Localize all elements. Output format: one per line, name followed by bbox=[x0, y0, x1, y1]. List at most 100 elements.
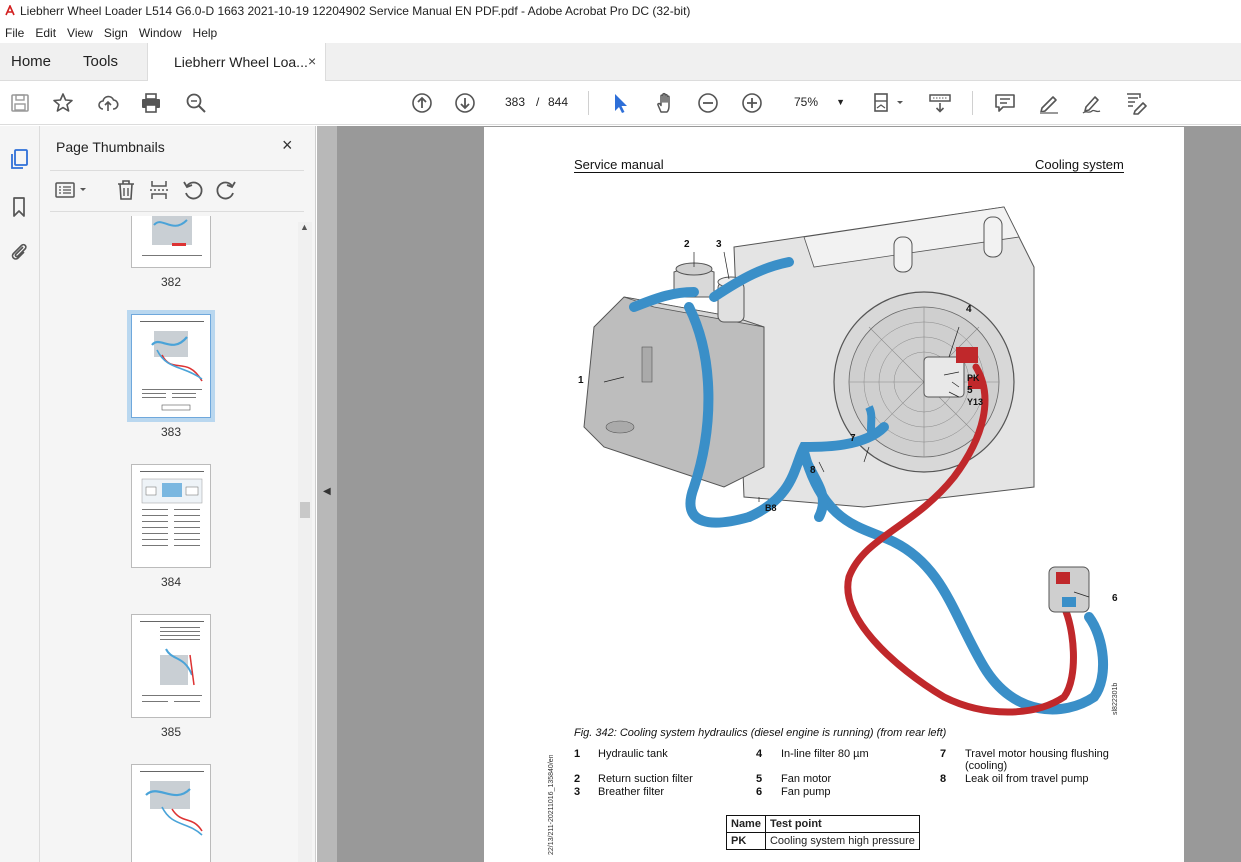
table-header: Test point bbox=[764, 815, 920, 833]
panel-divider bbox=[50, 211, 304, 212]
legend-text: Hydraulic tank bbox=[598, 748, 668, 760]
save-icon[interactable] bbox=[8, 91, 32, 115]
options-menu-icon[interactable] bbox=[54, 178, 90, 202]
page-up-icon[interactable] bbox=[410, 91, 434, 115]
thumbnail-page-number: 385 bbox=[160, 725, 182, 739]
legend-number: 5 bbox=[756, 773, 763, 785]
thumbnail-page-selected[interactable] bbox=[127, 310, 215, 422]
left-navigation-rail bbox=[0, 126, 40, 862]
thumbnail-scrollbar[interactable]: ▲ bbox=[298, 222, 312, 862]
bookmark-star-icon[interactable] bbox=[51, 91, 75, 115]
page-number-input[interactable]: 383 bbox=[497, 90, 533, 114]
zoom-level-dropdown[interactable]: 75% ▼ bbox=[785, 90, 855, 114]
menu-view[interactable]: View bbox=[64, 26, 99, 40]
page-thumbnails-panel: Page Thumbnails × 382 383 384 385 ▲ bbox=[40, 126, 316, 862]
delete-page-icon[interactable] bbox=[114, 178, 138, 202]
page-fit-icon[interactable] bbox=[872, 91, 908, 115]
zoom-level-value: 75% bbox=[794, 95, 819, 109]
thumbnail-list: 382 383 384 385 bbox=[40, 216, 296, 862]
callout-1: 1 bbox=[578, 375, 584, 386]
sign-icon[interactable] bbox=[1080, 91, 1104, 115]
scrollbar-thumb[interactable] bbox=[300, 502, 310, 518]
menu-bar: File Edit View Sign Window Help bbox=[0, 22, 1241, 43]
thumbnail-page[interactable] bbox=[131, 614, 211, 718]
document-side-code: 22/13/211-20211016_135840/en bbox=[548, 754, 555, 855]
highlight-pen-icon[interactable] bbox=[1037, 91, 1061, 115]
legend-text: Fan pump bbox=[781, 786, 831, 798]
rotate-right-icon[interactable] bbox=[214, 178, 238, 202]
table-header: Name bbox=[726, 815, 766, 833]
window-title: Liebherr Wheel Loader L514 G6.0-D 1663 2… bbox=[20, 4, 691, 18]
comment-icon[interactable] bbox=[993, 91, 1017, 115]
thumbnail-page[interactable] bbox=[131, 764, 211, 862]
thumbnail-preview bbox=[140, 321, 204, 411]
panel-close-icon[interactable]: × bbox=[282, 135, 293, 156]
legend-number: 1 bbox=[574, 748, 581, 760]
callout-8: 8 bbox=[810, 465, 816, 476]
select-cursor-icon[interactable] bbox=[608, 91, 632, 115]
callout-y13: Y13 bbox=[967, 397, 983, 407]
callout-4: 4 bbox=[966, 304, 972, 315]
legend-text: Return suction filter bbox=[598, 773, 693, 785]
menu-sign[interactable]: Sign bbox=[101, 26, 134, 40]
menu-file[interactable]: File bbox=[2, 26, 30, 40]
thumbnail-page-number: 382 bbox=[160, 275, 182, 289]
rotate-left-icon[interactable] bbox=[181, 178, 205, 202]
test-point-table: Name Test point PK Cooling system high p… bbox=[726, 815, 920, 850]
bookmarks-icon[interactable] bbox=[8, 196, 30, 218]
tab-document[interactable]: Liebherr Wheel Loa... × bbox=[147, 43, 326, 81]
print-icon[interactable] bbox=[139, 91, 163, 115]
upload-cloud-icon[interactable] bbox=[96, 91, 120, 115]
table-row: PK Cooling system high pressure bbox=[726, 832, 920, 850]
page-separator: / bbox=[536, 95, 540, 109]
legend-number: 4 bbox=[756, 748, 763, 760]
table-cell: PK bbox=[726, 832, 766, 850]
tab-document-label: Liebherr Wheel Loa... bbox=[174, 54, 308, 70]
figure-caption: Fig. 342: Cooling system hydraulics (die… bbox=[574, 727, 947, 739]
toolbar-divider bbox=[972, 91, 973, 115]
scroll-mode-icon[interactable] bbox=[928, 91, 952, 115]
pdf-page: Service manual Cooling system 2 3 1 4 PK… bbox=[484, 127, 1184, 862]
hand-tool-icon[interactable] bbox=[653, 91, 677, 115]
menu-help[interactable]: Help bbox=[190, 26, 224, 40]
thumbnail-page[interactable] bbox=[131, 216, 211, 268]
tab-close-icon[interactable]: × bbox=[308, 53, 316, 69]
callout-b8: B8 bbox=[765, 503, 777, 513]
page-thumbnails-icon[interactable] bbox=[8, 148, 30, 170]
legend-text: Fan motor bbox=[781, 773, 832, 785]
thumbnail-preview bbox=[140, 621, 204, 702]
scroll-up-icon[interactable]: ▲ bbox=[300, 222, 309, 232]
main-toolbar: 383 / 844 75% ▼ bbox=[0, 81, 1241, 125]
zoom-out-icon[interactable] bbox=[696, 91, 720, 115]
page-header-right: Cooling system bbox=[1035, 157, 1124, 172]
menu-edit[interactable]: Edit bbox=[32, 26, 62, 40]
attachments-icon[interactable] bbox=[8, 241, 30, 263]
extract-pages-icon[interactable] bbox=[147, 178, 171, 202]
page-down-icon[interactable] bbox=[453, 91, 477, 115]
legend-text: Leak oil from travel pump bbox=[965, 773, 1089, 785]
chevron-down-icon: ▼ bbox=[836, 97, 845, 107]
menu-window[interactable]: Window bbox=[136, 26, 188, 40]
callout-6: 6 bbox=[1112, 593, 1118, 604]
page-total: 844 bbox=[548, 95, 569, 109]
legend-number: 3 bbox=[574, 786, 581, 798]
zoom-search-icon[interactable] bbox=[184, 91, 208, 115]
thumbnail-page-number: 384 bbox=[160, 575, 182, 589]
tab-bar: Home Tools Liebherr Wheel Loa... × bbox=[0, 43, 1241, 81]
tab-home[interactable]: Home bbox=[11, 53, 51, 70]
panel-divider bbox=[50, 170, 304, 171]
thumbnail-page[interactable] bbox=[131, 464, 211, 568]
callout-pk: PK bbox=[967, 373, 980, 383]
legend-number: 7 bbox=[940, 748, 947, 760]
zoom-in-icon[interactable] bbox=[740, 91, 764, 115]
callout-2: 2 bbox=[684, 239, 690, 250]
edit-fill-icon[interactable] bbox=[1124, 91, 1148, 115]
header-rule bbox=[574, 172, 1124, 173]
cooling-system-figure: 2 3 1 4 PK 5 Y13 7 8 B8 6 bbox=[578, 206, 1118, 716]
legend-number: 2 bbox=[574, 773, 581, 785]
panel-collapse-handle[interactable]: ◀ bbox=[317, 126, 337, 862]
thumbnail-preview bbox=[142, 216, 202, 256]
callout-5: 5 bbox=[967, 385, 973, 396]
tab-tools[interactable]: Tools bbox=[83, 53, 118, 70]
legend-number: 8 bbox=[940, 773, 947, 785]
